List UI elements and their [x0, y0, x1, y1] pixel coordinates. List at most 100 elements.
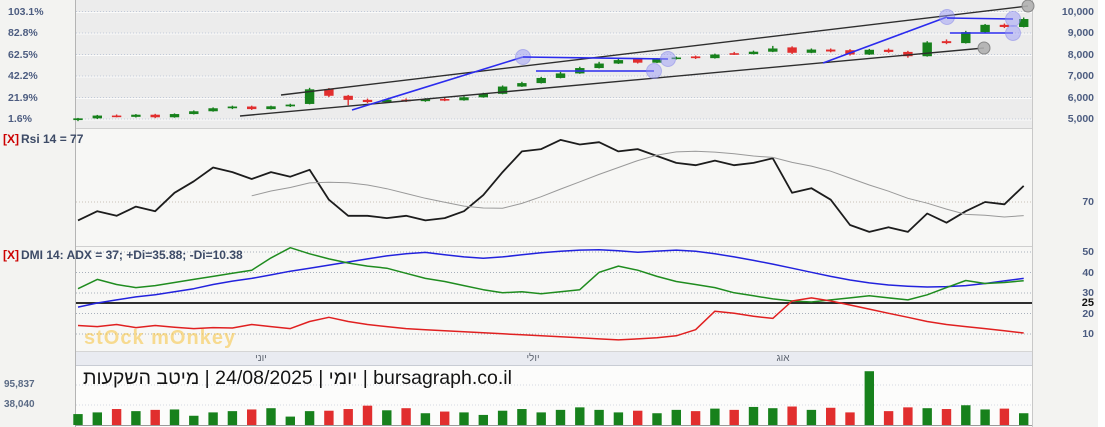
- volume-bar: [536, 412, 546, 425]
- volume-bar: [401, 408, 411, 425]
- candle-up: [980, 23, 990, 33]
- volume-bar: [324, 410, 334, 425]
- volume-bar: [478, 414, 488, 425]
- volume-bar: [826, 407, 836, 425]
- dmi-label-text: DMI 14: ADX = 37; +Di=35.88; -Di=10.38: [21, 248, 243, 262]
- month-axis-label: יוני: [255, 353, 267, 364]
- rsi-chart: [76, 138, 1032, 233]
- dmi-axis-label: 20: [1082, 307, 1094, 320]
- right-axis-gutter: [1032, 0, 1098, 427]
- trendline-handle[interactable]: [646, 63, 662, 79]
- price-axis-label: 6,000: [1067, 91, 1094, 104]
- month-axis-label: יולי: [526, 353, 540, 364]
- rsi-ma-line: [251, 150, 1024, 218]
- chart-info-bar: יומי | 24/08/2025 | מיטב השקעות | bursag…: [83, 367, 512, 389]
- percent-axis-label: 1.6%: [8, 113, 32, 125]
- dmi-close-button[interactable]: [X]: [3, 248, 19, 262]
- candle-down: [883, 48, 894, 53]
- candle-up: [208, 107, 218, 112]
- volume-bar: [382, 410, 392, 425]
- price-axis-label: 9,000: [1067, 27, 1094, 39]
- volume-bar: [633, 410, 643, 425]
- rsi-label-text: Rsi 14 = 77: [21, 132, 84, 146]
- percent-axis-label: 82.8%: [8, 27, 38, 39]
- trendline-handle[interactable]: [1005, 25, 1021, 41]
- candle-down: [362, 98, 373, 104]
- page-edge: [1098, 0, 1105, 427]
- volume-bar: [517, 409, 527, 425]
- volume-bar: [980, 409, 990, 425]
- volume-bar: [922, 408, 932, 425]
- candlestick-chart[interactable]: [73, 0, 1035, 128]
- volume-bar: [613, 412, 624, 425]
- volume-bar: [497, 410, 508, 425]
- price-axis-label: 10,000: [1061, 5, 1094, 18]
- trendline-handle[interactable]: [1005, 11, 1021, 27]
- rsi-close-button[interactable]: [X]: [3, 132, 19, 146]
- candle-down: [826, 48, 836, 53]
- volume-bar: [227, 411, 238, 425]
- trendline[interactable]: [946, 17, 1014, 20]
- percent-axis-label: 103.1%: [8, 5, 44, 18]
- volume-bar: [208, 412, 218, 425]
- candle-up: [285, 103, 295, 107]
- candle-up: [806, 48, 817, 54]
- candle-down: [150, 113, 160, 119]
- candle-down: [343, 94, 353, 106]
- candle-down: [247, 105, 257, 110]
- dmi-axis-label: 50: [1082, 246, 1094, 258]
- volume-bar: [845, 412, 855, 425]
- volume-bar: [73, 414, 83, 425]
- volume-bar: [459, 412, 469, 425]
- percent-axis-label: 62.5%: [8, 48, 38, 61]
- month-axis-label: אוג: [776, 353, 790, 364]
- watermark: stOck mOnkey: [84, 327, 237, 349]
- volume-bar: [420, 413, 431, 425]
- volume-bar: [768, 408, 778, 425]
- volume-bar: [864, 371, 874, 425]
- candle-up: [922, 41, 932, 57]
- trendline-handle[interactable]: [977, 41, 991, 55]
- volume-bar: [343, 409, 353, 425]
- volume-bar: [555, 409, 566, 425]
- trendline[interactable]: [522, 56, 669, 60]
- candle-up: [266, 105, 276, 110]
- candle-down: [111, 114, 122, 118]
- price-axis-label: 7,000: [1067, 70, 1094, 82]
- trendline-handle[interactable]: [1021, 0, 1035, 13]
- volume-bar: [150, 409, 160, 425]
- dmi-axis-label: 10: [1082, 328, 1094, 340]
- candle-down: [941, 39, 952, 45]
- candle-up: [864, 48, 874, 55]
- volume-axis-label: 38,040: [4, 399, 35, 410]
- volume-bar: [266, 408, 276, 425]
- volume-bar: [652, 413, 662, 425]
- candle-up: [189, 110, 199, 115]
- volume-bar: [806, 409, 817, 425]
- candle-up: [73, 117, 83, 122]
- volume-bar: [285, 416, 295, 425]
- candle-up: [594, 61, 604, 69]
- volume-bar: [169, 409, 180, 425]
- percent-axis-label: 42.2%: [8, 70, 38, 82]
- volume-bar: [710, 408, 720, 425]
- trendline[interactable]: [280, 5, 1029, 96]
- dmi-axis-label: 40: [1082, 266, 1094, 279]
- candle-up: [517, 81, 527, 87]
- candle-up: [304, 87, 315, 105]
- volume-bar: [131, 411, 141, 425]
- candle-up: [459, 96, 469, 101]
- candle-up: [169, 113, 180, 118]
- dmi-indicator-label: [X] DMI 14: ADX = 37; +Di=35.88; -Di=10.3…: [3, 248, 243, 262]
- volume-bar: [999, 408, 1010, 425]
- volume-bar: [440, 411, 450, 425]
- left-axis-gutter: [0, 0, 75, 427]
- trendline-handle[interactable]: [660, 51, 676, 67]
- trendline-handle[interactable]: [939, 9, 955, 25]
- candle-up: [555, 71, 566, 79]
- volume-bar: [961, 405, 971, 425]
- candle-up: [131, 114, 141, 118]
- volume-bar: [575, 407, 585, 425]
- candle-down: [729, 51, 739, 55]
- candle-up: [748, 50, 759, 55]
